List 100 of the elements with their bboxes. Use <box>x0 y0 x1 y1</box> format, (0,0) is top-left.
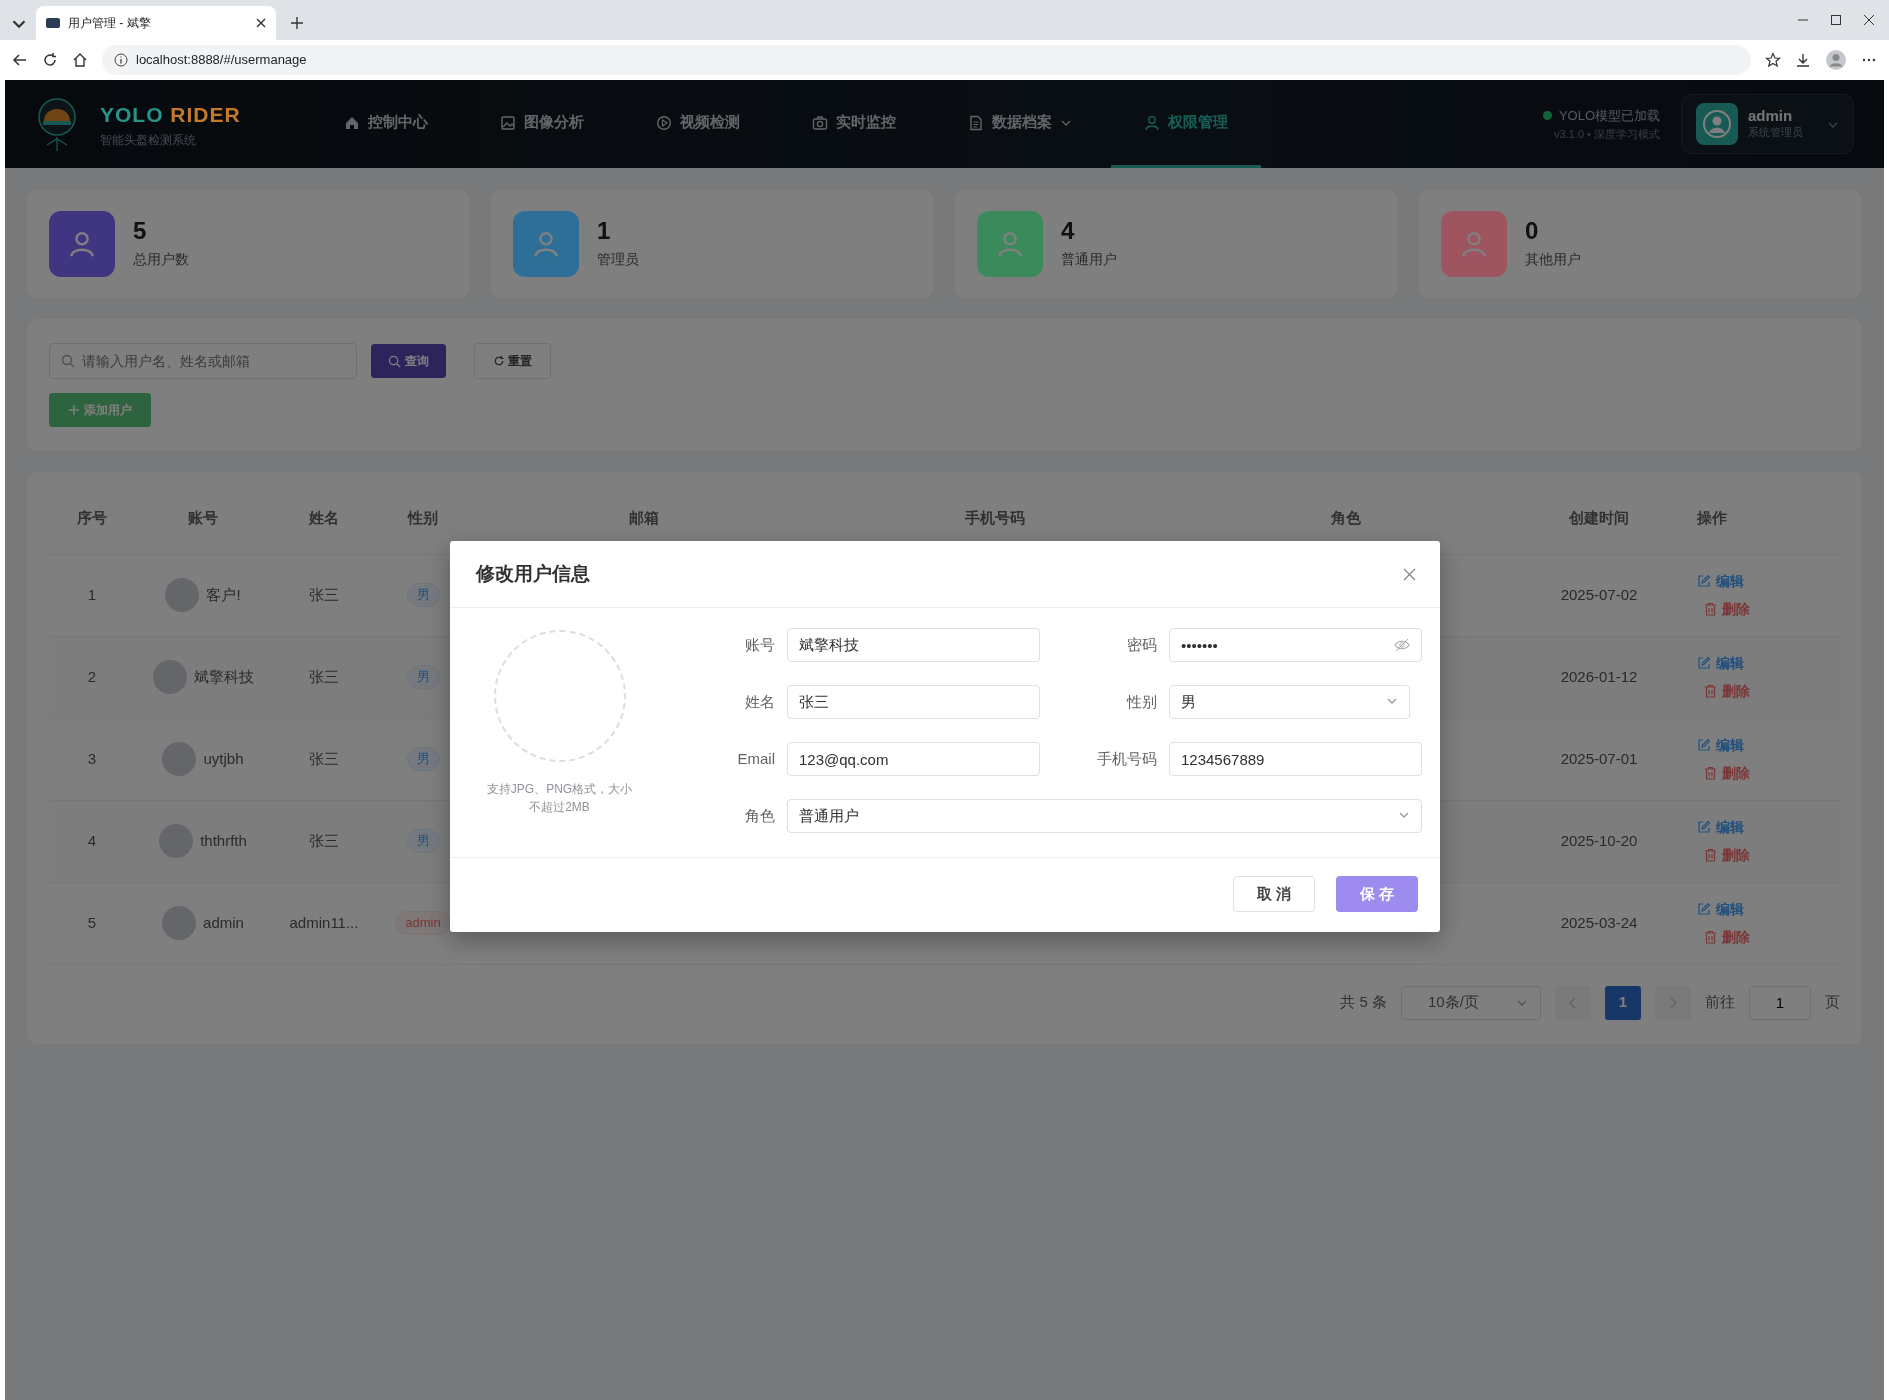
trash-icon <box>1704 684 1717 698</box>
input-field[interactable]: 张三 <box>787 685 1040 719</box>
role-tag: 男 <box>406 747 440 771</box>
search-field[interactable]: 请输入用户名、姓名或邮箱 <box>49 343 357 379</box>
cancel-button[interactable]: 取 消 <box>1233 876 1315 912</box>
download-icon[interactable] <box>1795 52 1811 68</box>
status-dot <box>1542 111 1552 121</box>
field-label: 性别 <box>1125 691 1157 712</box>
input-field[interactable]: 1234567889 <box>1169 742 1422 776</box>
new-tab-icon[interactable] <box>290 16 304 30</box>
delete-link[interactable]: 删除 <box>1704 762 1750 784</box>
app-title: RIDER <box>170 103 241 127</box>
nav-tab[interactable]: 实时监控 <box>778 80 929 168</box>
nav-tab[interactable]: 控制中心 <box>310 80 461 168</box>
page-button[interactable]: 1 <box>1605 985 1641 1020</box>
field-label: 密码 <box>1126 634 1157 655</box>
avatar <box>165 578 200 612</box>
select-field[interactable]: 普通用户 <box>787 799 1422 833</box>
edit-link[interactable]: 编辑 <box>1697 570 1744 592</box>
nav-tab[interactable]: 数据档案 <box>934 80 1105 168</box>
input-field[interactable]: ••••••• <box>1169 628 1422 662</box>
trash-icon <box>1704 766 1717 780</box>
home-icon[interactable] <box>72 52 88 68</box>
profile-icon[interactable] <box>1825 49 1847 71</box>
reset-button[interactable]: 重置 <box>473 343 551 379</box>
edit-link[interactable]: 编辑 <box>1697 652 1744 674</box>
user-icon <box>1143 114 1160 131</box>
trash-icon <box>1704 602 1717 616</box>
goto-label: 前往 <box>1705 992 1735 1013</box>
table-cell: 2025-03-24 <box>1521 882 1677 964</box>
table-cell: 张三 <box>271 636 377 718</box>
dialog-title: 修改用户信息 <box>476 561 590 586</box>
field-label: Email <box>736 748 775 769</box>
address-bar[interactable]: localhost:8888/#/usermanage <box>102 45 1751 75</box>
close-icon[interactable] <box>256 18 266 28</box>
field-label: 账号 <box>744 634 775 655</box>
helmet-logo-icon <box>35 95 79 153</box>
refresh-icon <box>492 355 505 367</box>
column-header: 操作 <box>1677 482 1841 554</box>
input-field[interactable]: 斌擎科技 <box>787 628 1040 662</box>
back-icon[interactable] <box>12 52 28 68</box>
delete-link[interactable]: 删除 <box>1704 680 1750 702</box>
role-tag: 男 <box>406 665 440 689</box>
total-count: 共 5 条 <box>1340 992 1387 1013</box>
site-icon <box>46 18 60 28</box>
save-button[interactable]: 保 存 <box>1336 876 1418 912</box>
table-cell: 4 <box>49 800 135 882</box>
table-cell-text: 客户! <box>206 584 241 605</box>
table-cell: 2025-07-02 <box>1521 554 1677 636</box>
field-label: 手机号码 <box>1096 748 1157 769</box>
edit-icon <box>1697 574 1711 588</box>
browser-tab[interactable]: 用户管理 - 斌擎 <box>36 6 276 40</box>
edit-icon <box>1697 656 1711 670</box>
table-cell: 3 <box>49 718 135 800</box>
table-cell: 2026-01-12 <box>1521 636 1677 718</box>
stat-label: 其他用户 <box>1525 249 1581 269</box>
table-cell-text: 斌擎科技 <box>193 666 254 687</box>
delete-link[interactable]: 删除 <box>1704 598 1750 620</box>
table-cell: 2025-10-20 <box>1521 800 1677 882</box>
nav-tab[interactable]: 权限管理 <box>1110 80 1261 168</box>
close-icon[interactable] <box>1863 14 1875 26</box>
upload-hint: 支持JPG、PNG格式，大小不超过2MB <box>485 781 634 816</box>
stat-label: 管理员 <box>597 249 639 269</box>
delete-link[interactable]: 删除 <box>1704 926 1750 948</box>
table-cell: 1 <box>49 554 135 636</box>
avatar <box>159 824 194 858</box>
field-label: 角色 <box>744 805 775 826</box>
add-user-button[interactable]: 添加用户 <box>49 393 151 427</box>
select-field[interactable]: 男 <box>1169 685 1410 719</box>
table-cell: 张三 <box>271 554 377 636</box>
stat-value: 5 <box>133 218 148 245</box>
page-input[interactable]: 1 <box>1749 985 1811 1020</box>
page-size-select[interactable]: 10条/页 <box>1401 985 1541 1020</box>
edit-icon <box>1697 902 1711 916</box>
table-cell-text: uytjbh <box>203 748 244 769</box>
play-icon <box>655 114 672 131</box>
reload-icon[interactable] <box>42 52 58 68</box>
delete-link[interactable]: 删除 <box>1704 844 1750 866</box>
nav-tab[interactable]: 图像分析 <box>466 80 617 168</box>
stat-value: 1 <box>597 218 612 245</box>
stat-value: 0 <box>1525 218 1540 245</box>
avatar <box>152 660 187 694</box>
search-icon <box>61 354 75 368</box>
star-icon[interactable] <box>1765 52 1781 68</box>
table-cell-text: ththrfth <box>200 830 247 851</box>
edit-link[interactable]: 编辑 <box>1697 734 1744 756</box>
plus-icon <box>68 404 80 416</box>
table-cell: admin11... <box>271 882 377 964</box>
edit-link[interactable]: 编辑 <box>1697 816 1744 838</box>
query-button[interactable]: 查询 <box>371 344 446 378</box>
edit-link[interactable]: 编辑 <box>1697 898 1744 920</box>
table-cell: 2025-07-01 <box>1521 718 1677 800</box>
avatar <box>162 906 197 940</box>
app-subtitle: 智能头盔检测系统 <box>100 131 197 149</box>
trash-icon <box>1704 930 1717 944</box>
camera-icon <box>811 114 828 131</box>
maximize-icon[interactable] <box>1830 14 1842 26</box>
input-field[interactable]: 123@qq.com <box>787 742 1040 776</box>
nav-tab[interactable]: 视频检测 <box>622 80 773 168</box>
role-tag: 男 <box>406 829 440 853</box>
